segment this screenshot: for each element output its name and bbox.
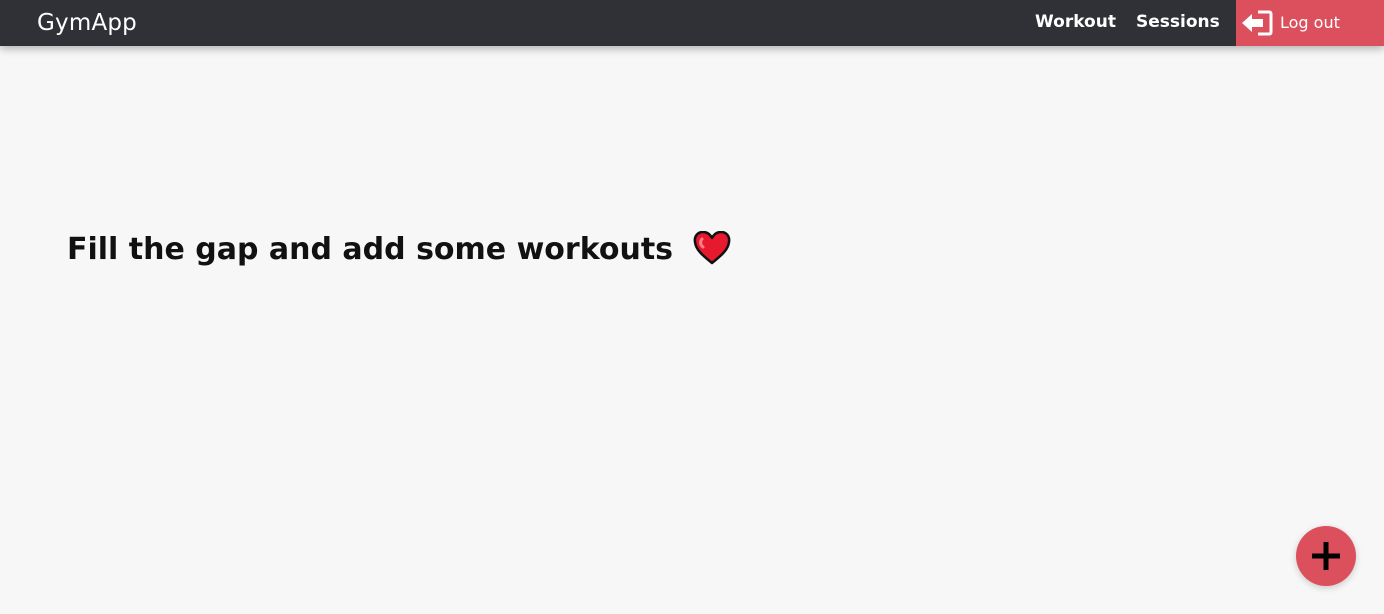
heart-icon: [693, 230, 731, 265]
empty-message-text: Fill the gap and add some workouts: [67, 232, 674, 267]
logout-icon: [1242, 9, 1274, 37]
logout-label: Log out: [1280, 13, 1340, 32]
plus-icon: [1310, 540, 1342, 572]
empty-workouts-message: Fill the gap and add some workouts: [67, 229, 731, 271]
add-workout-button[interactable]: [1296, 526, 1356, 586]
top-navbar: GymApp Workout Sessions Log out: [0, 0, 1384, 46]
nav-link-sessions[interactable]: Sessions: [1136, 11, 1220, 33]
nav-link-workout[interactable]: Workout: [1035, 11, 1116, 33]
brand-logo-text[interactable]: GymApp: [37, 9, 137, 37]
logout-button[interactable]: Log out: [1236, 0, 1384, 46]
